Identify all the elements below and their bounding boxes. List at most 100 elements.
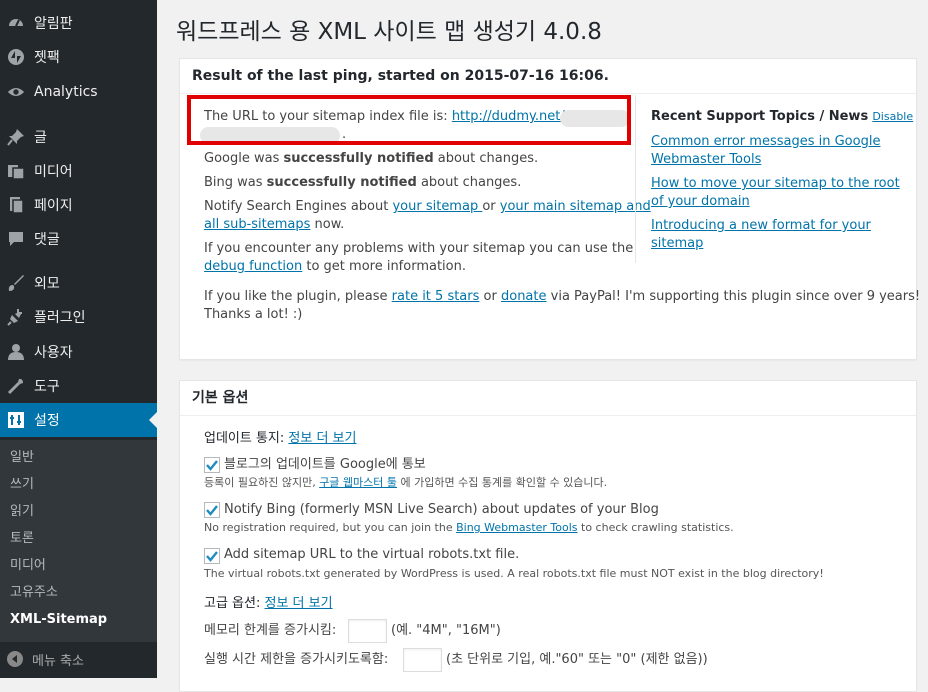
user-icon (7, 343, 25, 361)
support-topic-link[interactable]: of your domain (651, 194, 750, 209)
like-post: via PayPal! I'm supporting this plugin s… (546, 289, 921, 304)
support-topic-2: How to move your sitemap to the root (651, 175, 900, 193)
admin-sidebar: 알림판 젯팩 Analytics 글 미디어 페이지 댓글 외모 플러그인 사용… (0, 0, 157, 678)
bing-notify-desc: No registration required, but you can jo… (204, 519, 734, 537)
sidebar-item-label: 외모 (34, 276, 60, 292)
sidebar-item-label: 글 (34, 130, 47, 146)
sidebar-item-analytics[interactable]: Analytics (0, 75, 157, 109)
your-sitemap-link[interactable]: your sitemap (392, 199, 482, 214)
support-disable-link[interactable]: Disable (872, 110, 913, 123)
sidebar-item-label: 페이지 (34, 198, 73, 214)
robots-txt-checkbox[interactable] (204, 548, 220, 564)
robots-txt-desc: The virtual robots.txt generated by Word… (204, 567, 824, 580)
collapse-menu-button[interactable]: 메뉴 축소 (0, 645, 84, 673)
memory-limit-hint: (예. "4M", "16M") (391, 623, 501, 638)
media-icon (7, 162, 25, 180)
bing-webmaster-tools-link[interactable]: Bing Webmaster Tools (456, 521, 577, 534)
sidebar-item-appearance[interactable]: 외모 (0, 266, 157, 300)
advanced-options-line: 고급 옵션: 정보 더 보기 (204, 595, 333, 613)
time-limit-hint: (초 단위로 기입, 예."60" 또는 "0" (제한 없음)) (446, 652, 708, 667)
sidebar-item-users[interactable]: 사용자 (0, 335, 157, 369)
problems-line-2: debug function to get more information. (204, 258, 466, 276)
support-topic-link[interactable]: sitemap (651, 236, 703, 251)
sidebar-item-label: 젯팩 (34, 50, 60, 66)
ping-result-header: Result of the last ping, started on 2015… (180, 59, 916, 94)
memory-limit-input[interactable] (348, 619, 387, 643)
sidebar-item-jetpack[interactable]: 젯팩 (0, 40, 157, 74)
google-notify-desc: 등록이 필요하진 않지만, 구글 웹마스터 툴 에 가입하면 수집 통계를 확인… (204, 474, 607, 492)
pin-icon (7, 128, 25, 146)
collapse-arrow-icon (7, 651, 23, 667)
sidebar-item-media[interactable]: 미디어 (0, 154, 157, 188)
submenu-item-general[interactable]: 일반 (10, 444, 34, 471)
basic-options-header: 기본 옵션 (180, 381, 916, 416)
advanced-more-info-link[interactable]: 정보 더 보기 (265, 596, 333, 611)
update-more-info-link[interactable]: 정보 더 보기 (288, 431, 356, 446)
google-webmaster-tools-link[interactable]: 구글 웹마스터 툴 (319, 476, 397, 489)
donate-link[interactable]: donate (501, 289, 547, 304)
notify-pre: Notify Search Engines about (204, 199, 393, 214)
submenu-item-discussion[interactable]: 토론 (10, 525, 34, 552)
support-topic-link[interactable]: How to move your sitemap to the root (651, 176, 900, 191)
google-notify-checkbox[interactable] (204, 457, 220, 473)
main-sitemap-link[interactable]: your main sitemap and (500, 199, 651, 214)
notify-mid: or (482, 199, 500, 214)
sidebar-item-plugins[interactable]: 플러그인 (0, 300, 157, 334)
jetpack-icon (7, 48, 25, 66)
basic-options-panel: 기본 옵션 업데이트 통지: 정보 더 보기 블로그의 업데이트를 Google… (179, 380, 917, 692)
settings-submenu: 일반 쓰기 읽기 토론 미디어 고유주소 XML-Sitemap (0, 440, 157, 642)
sidebar-item-pages[interactable]: 페이지 (0, 188, 157, 222)
submenu-item-media[interactable]: 미디어 (10, 552, 46, 579)
sidebar-item-label: 도구 (34, 379, 60, 395)
collapse-label: 메뉴 축소 (32, 653, 84, 669)
google-notify-status: Google was successfully notified about c… (204, 150, 538, 168)
notify-line-1: Notify Search Engines about your sitemap… (204, 198, 651, 216)
support-topic-2-cont: of your domain (651, 193, 750, 211)
rate-5-stars-link[interactable]: rate it 5 stars (392, 289, 480, 304)
submenu-item-reading[interactable]: 읽기 (10, 498, 34, 525)
problems-post: to get more information. (302, 259, 466, 274)
robots-txt-label: Add sitemap URL to the virtual robots.tx… (224, 547, 520, 562)
wrench-icon (7, 377, 25, 395)
checkmark-icon (206, 505, 218, 516)
bing-notify-pre: Bing was (204, 175, 267, 190)
google-notify-pre: Google was (204, 151, 284, 166)
support-topic-link[interactable]: Common error messages in Google (651, 134, 880, 149)
sidebar-item-label: 미디어 (34, 164, 73, 180)
submenu-item-xml-sitemap[interactable]: XML-Sitemap (10, 606, 107, 633)
column-divider (635, 95, 636, 263)
update-notify-label: 업데이트 통지: (204, 431, 289, 446)
bing-notify-bold: successfully notified (266, 175, 417, 190)
google-desc-pre: 등록이 필요하진 않지만, (204, 476, 320, 489)
sidebar-item-label: 플러그인 (34, 310, 86, 326)
debug-function-link[interactable]: debug function (204, 259, 302, 274)
submenu-item-writing[interactable]: 쓰기 (10, 471, 34, 498)
support-topic-link[interactable]: Introducing a new format for your (651, 218, 871, 233)
google-notify-bold: successfully notified (283, 151, 434, 166)
sidebar-item-settings[interactable]: 설정 (0, 403, 157, 437)
sidebar-item-label: 댓글 (34, 232, 60, 248)
support-topic-link[interactable]: Webmaster Tools (651, 152, 761, 167)
sidebar-item-label: 설정 (34, 413, 60, 429)
bing-notify-post: about changes. (416, 175, 522, 190)
like-mid: or (479, 289, 501, 304)
sidebar-item-label: 사용자 (34, 345, 73, 361)
thanks-text: Thanks a lot! :) (204, 307, 303, 322)
main-content: 워드프레스 용 XML 사이트 맵 생성기 4.0.8 Result of th… (157, 0, 928, 692)
sidebar-item-tools[interactable]: 도구 (0, 369, 157, 403)
all-sub-sitemaps-link[interactable]: all sub-sitemaps (204, 217, 310, 232)
bing-notify-checkbox[interactable] (204, 502, 220, 518)
time-limit-input[interactable] (403, 648, 442, 672)
page-icon (7, 196, 25, 214)
google-notify-label: 블로그의 업데이트를 Google에 통보 (224, 457, 426, 472)
sidebar-item-label: Analytics (34, 84, 98, 100)
submenu-item-permalinks[interactable]: 고유주소 (10, 579, 58, 606)
like-pre: If you like the plugin, please (204, 289, 392, 304)
memory-limit-label: 메모리 한계를 증가시킴: (204, 623, 337, 638)
highlight-box (187, 95, 631, 145)
sidebar-item-posts[interactable]: 글 (0, 120, 157, 154)
sidebar-item-comments[interactable]: 댓글 (0, 222, 157, 256)
support-topic-1-cont: Webmaster Tools (651, 151, 761, 169)
sidebar-item-dashboard[interactable]: 알림판 (0, 6, 157, 40)
update-notify-line: 업데이트 통지: 정보 더 보기 (204, 430, 356, 448)
